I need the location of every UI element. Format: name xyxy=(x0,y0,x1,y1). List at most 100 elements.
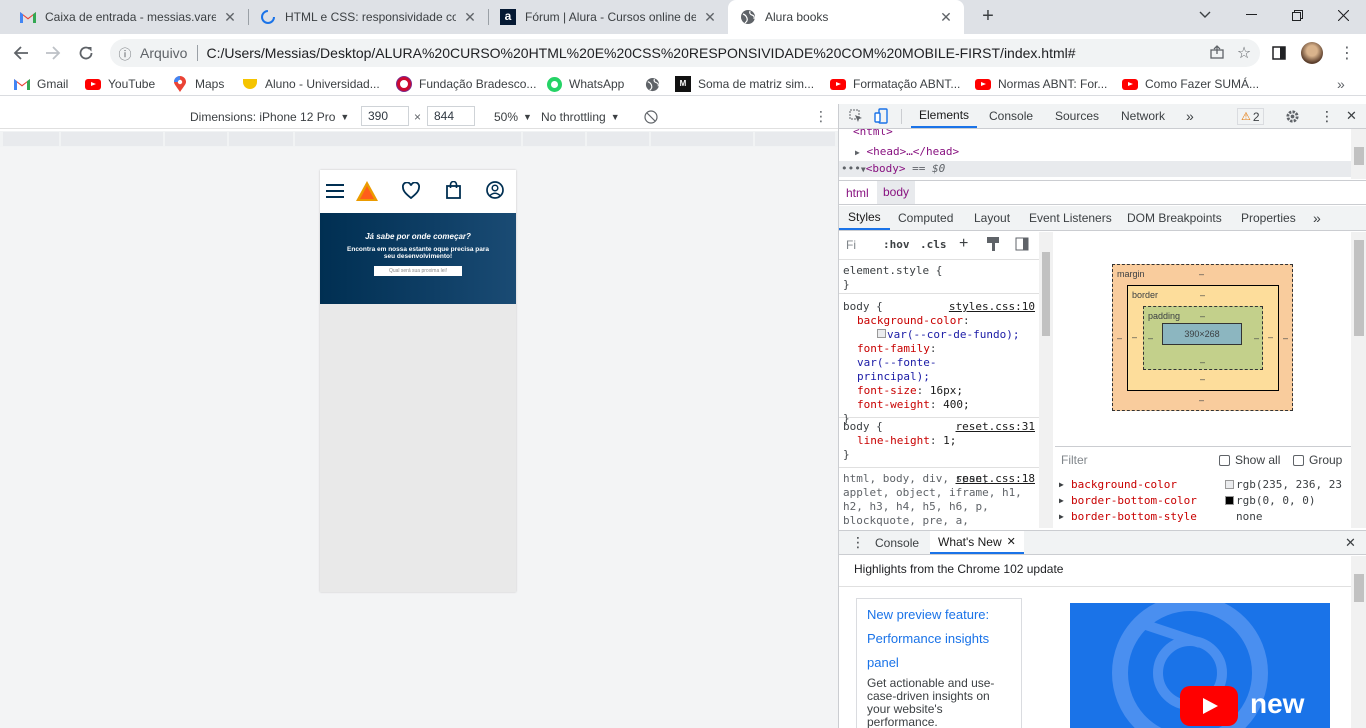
close-tab-icon[interactable]: ✕ xyxy=(222,9,238,25)
drawer-menu-icon[interactable]: ⋮ xyxy=(851,531,865,554)
throttling-dropdown[interactable]: No throttling ▼ xyxy=(541,104,620,129)
show-all-checkbox[interactable]: Show all xyxy=(1219,453,1280,467)
tab-event-listeners[interactable]: Event Listeners xyxy=(1029,206,1112,230)
computed-filter-input[interactable]: Filter xyxy=(1061,453,1088,467)
device-height-input[interactable]: 844 xyxy=(427,106,475,126)
tab-styles[interactable]: Styles xyxy=(839,206,890,230)
media-query-bar[interactable] xyxy=(0,131,838,147)
feature-link[interactable]: New preview feature: Performance insight… xyxy=(867,603,1011,675)
tab-search-button[interactable] xyxy=(1182,0,1228,30)
tab-computed[interactable]: Computed xyxy=(898,206,953,230)
tab-properties[interactable]: Properties xyxy=(1241,206,1296,230)
element-style-rule[interactable]: element.style { } xyxy=(839,264,1039,294)
close-window-button[interactable] xyxy=(1320,0,1366,30)
styles-scrollbar[interactable] xyxy=(1039,232,1053,528)
issues-warning-badge[interactable]: ⚠ 2 xyxy=(1237,108,1264,125)
browser-menu-icon[interactable]: ⋮ xyxy=(1334,40,1360,66)
bookmark-normas-abnt[interactable]: Normas ABNT: For... xyxy=(975,72,1107,96)
body-rule-styles[interactable]: styles.css:10 body { background-color: v… xyxy=(839,300,1039,425)
search-input[interactable]: Qual será sua proxima lei! xyxy=(374,266,462,276)
shopping-bag-icon[interactable] xyxy=(446,181,461,199)
tab-elements[interactable]: Elements xyxy=(911,104,978,128)
device-dimensions-dropdown[interactable]: Dimensions: iPhone 12 Pro ▼ xyxy=(190,104,349,129)
dom-scrollbar[interactable] xyxy=(1351,129,1366,179)
reload-button[interactable] xyxy=(73,40,99,66)
device-toggle-icon[interactable] xyxy=(874,104,890,128)
tab-layout[interactable]: Layout xyxy=(974,206,1010,230)
box-border[interactable]: border – – – – padding – – – – 390×268 xyxy=(1127,285,1279,391)
hover-state-toggle[interactable]: :hov xyxy=(883,238,910,251)
tab-forum-alura[interactable]: a Fórum | Alura - Cursos online de ✕ xyxy=(488,0,728,34)
source-link[interactable]: styles.css:10 xyxy=(949,300,1035,314)
paint-brush-icon[interactable] xyxy=(987,237,999,254)
bookmark-matriz[interactable]: M Soma de matriz sim... xyxy=(675,72,814,96)
bookmark-universidade[interactable]: Aluno - Universidad... xyxy=(242,72,380,96)
bookmark-whatsapp[interactable]: WhatsApp xyxy=(546,72,624,96)
close-drawer-icon[interactable]: ✕ xyxy=(1345,531,1356,554)
tab-alura-books[interactable]: Alura books ✕ xyxy=(728,0,964,34)
reset-rule[interactable]: reset.css:18 html, body, div, span, appl… xyxy=(839,472,1039,528)
source-link[interactable]: reset.css:31 xyxy=(956,420,1035,434)
address-bar[interactable]: ⓘ Arquivo C:/Users/Messias/Desktop/ALURA… xyxy=(110,39,1260,67)
class-toggle[interactable]: .cls xyxy=(920,238,947,251)
device-toolbar-menu-icon[interactable]: ⋮ xyxy=(814,104,828,129)
computed-scrollbar[interactable] xyxy=(1351,232,1366,528)
device-width-input[interactable]: 390 xyxy=(361,106,409,126)
feature-card[interactable]: New preview feature: Performance insight… xyxy=(856,598,1022,728)
tab-network[interactable]: Network xyxy=(1121,104,1165,128)
more-subtabs-icon[interactable]: » xyxy=(1313,206,1321,230)
close-tab-icon[interactable]: ✕ xyxy=(702,9,718,25)
dom-body-node-selected[interactable]: •••▼<body> == $0 xyxy=(839,161,1351,177)
group-checkbox[interactable]: Group xyxy=(1293,453,1342,467)
share-icon[interactable] xyxy=(1206,44,1228,62)
bookmark-maps[interactable]: Maps xyxy=(172,72,224,96)
bookmark-bradesco[interactable]: Fundação Bradesco... xyxy=(396,72,536,96)
restore-button[interactable] xyxy=(1274,0,1320,30)
breadcrumb-body[interactable]: body xyxy=(877,181,916,204)
body-rule-reset[interactable]: reset.css:31 body { line-height: 1; } xyxy=(839,420,1039,468)
bookmark-globe[interactable] xyxy=(644,72,667,96)
tab-html-css[interactable]: HTML e CSS: responsividade com ✕ xyxy=(248,0,488,34)
forward-button[interactable] xyxy=(40,40,66,66)
zoom-dropdown[interactable]: 50% ▼ xyxy=(494,104,532,129)
info-icon[interactable]: ⓘ xyxy=(110,44,140,63)
new-tab-button[interactable]: + xyxy=(977,5,999,27)
computed-prop-row[interactable]: ▶ background-color rgb(235, 236, 23 xyxy=(1055,476,1366,492)
source-link[interactable]: reset.css:18 xyxy=(956,472,1035,486)
bookmark-sumario[interactable]: Como Fazer SUMÁ... xyxy=(1122,72,1259,96)
minimize-button[interactable] xyxy=(1228,0,1274,30)
profile-avatar[interactable] xyxy=(1299,40,1325,66)
bookmark-formatacao-abnt[interactable]: Formatação ABNT... xyxy=(830,72,960,96)
close-tab-icon[interactable]: ✕ xyxy=(462,9,478,25)
close-tab-icon[interactable]: ✕ xyxy=(1007,535,1016,548)
dom-html-node[interactable]: <html> xyxy=(853,129,893,139)
chrome-102-video-thumbnail[interactable]: new xyxy=(1070,603,1330,728)
bookmark-star-icon[interactable]: ☆ xyxy=(1228,43,1260,63)
more-tabs-icon[interactable]: » xyxy=(1186,104,1194,128)
close-tab-icon[interactable]: ✕ xyxy=(938,9,954,25)
add-rule-icon[interactable]: + xyxy=(959,235,968,253)
drawer-tab-whats-new[interactable]: What's New ✕ xyxy=(930,531,1024,554)
inspect-element-icon[interactable] xyxy=(849,104,863,128)
dom-head-node[interactable]: ▶ <head>…</head> xyxy=(855,145,959,160)
user-account-icon[interactable] xyxy=(486,181,504,199)
computed-prop-row[interactable]: ▶ border-bottom-style none xyxy=(1055,508,1366,524)
hamburger-menu-icon[interactable] xyxy=(326,184,344,198)
breadcrumb-html[interactable]: html xyxy=(846,186,869,200)
tab-console[interactable]: Console xyxy=(989,104,1033,128)
close-devtools-icon[interactable]: ✕ xyxy=(1346,104,1357,128)
alura-books-logo-icon[interactable] xyxy=(356,181,378,201)
url-text[interactable]: C:/Users/Messias/Desktop/ALURA%20CURSO%2… xyxy=(206,45,1206,61)
box-padding[interactable]: padding – – – – 390×268 xyxy=(1143,306,1263,370)
box-content[interactable]: 390×268 xyxy=(1162,323,1242,345)
devtools-menu-icon[interactable]: ⋮ xyxy=(1320,104,1334,128)
computed-prop-row[interactable]: ▶ border-bottom-color rgb(0, 0, 0) xyxy=(1055,492,1366,508)
sidebar-toggle-icon[interactable] xyxy=(1015,237,1029,254)
bookmarks-overflow-icon[interactable]: » xyxy=(1337,72,1345,96)
youtube-play-icon[interactable] xyxy=(1180,686,1238,726)
settings-gear-icon[interactable] xyxy=(1285,104,1300,128)
side-panel-button[interactable] xyxy=(1266,40,1292,66)
rotate-icon[interactable] xyxy=(644,104,658,129)
tab-dom-breakpoints[interactable]: DOM Breakpoints xyxy=(1127,206,1222,230)
drawer-scrollbar[interactable] xyxy=(1351,556,1366,728)
